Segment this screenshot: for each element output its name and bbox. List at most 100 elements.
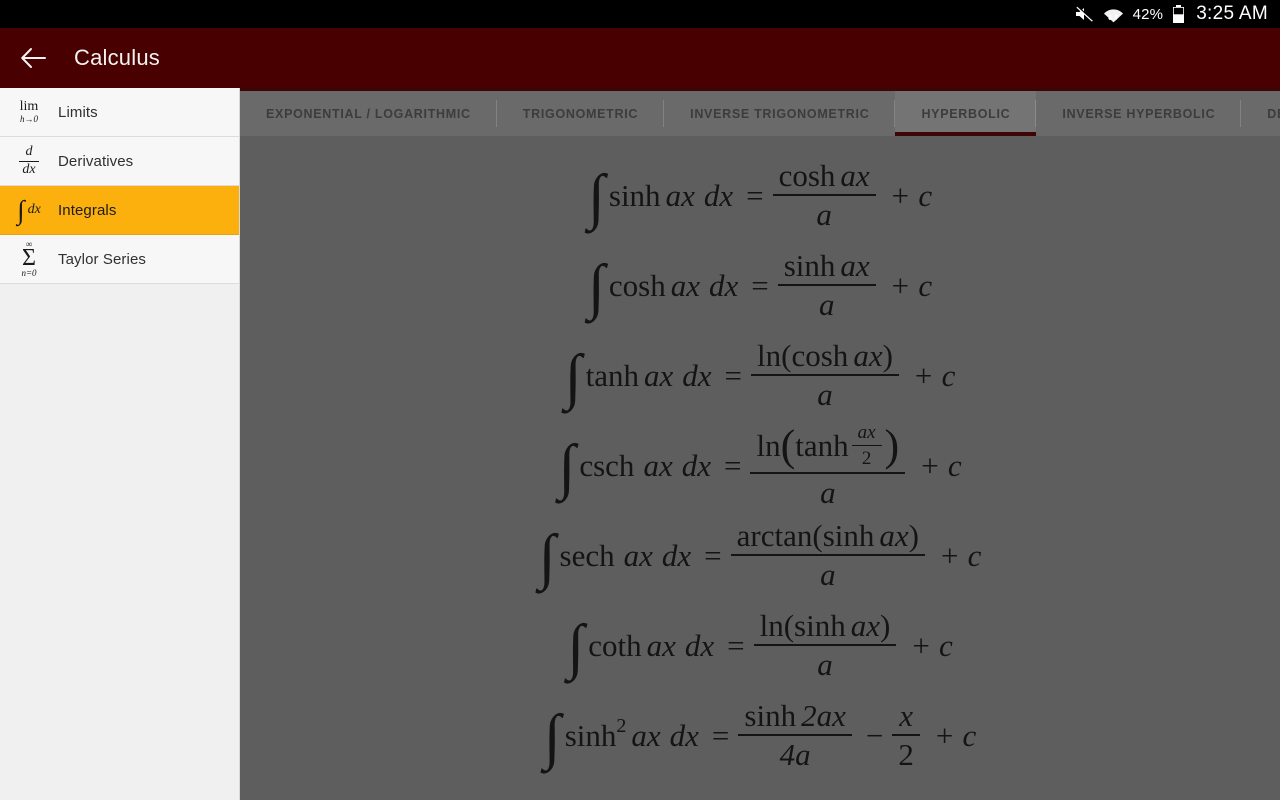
formula-fraction: ln ( tanh ax 2 ) a bbox=[750, 421, 906, 509]
formula-equals: = bbox=[751, 267, 769, 303]
formula-fraction: ln(sinh ax) a bbox=[753, 608, 897, 682]
integral-sign: ∫ bbox=[543, 702, 561, 771]
formula-tail: + c bbox=[919, 447, 962, 483]
fraction-bar bbox=[730, 554, 925, 556]
formula-denominator: a bbox=[818, 286, 835, 322]
formula-inner-num: ax bbox=[857, 422, 876, 444]
formula-sinh-squared: ∫ sinh 2 ax dx = sinh 2ax 4a − x 2 + c bbox=[544, 699, 977, 771]
formula-row: ∫ cosh ax dx = sinh ax a + c bbox=[240, 240, 1280, 330]
tab-inverse-trigonometric[interactable]: INVERSE TRIGONOMETRIC bbox=[664, 91, 896, 136]
integral-sign: ∫ bbox=[567, 612, 585, 681]
sidebar-item-derivatives[interactable]: d dx Derivatives bbox=[0, 137, 239, 186]
formula-numerator-var: ax bbox=[853, 338, 883, 374]
formula-equals: = bbox=[704, 537, 722, 573]
formula-row: ∫ sinh 2 ax dx = sinh 2ax 4a − x 2 + c bbox=[240, 690, 1280, 780]
sidebar: lim h→0 Limits d dx Derivatives ∫ dx Int… bbox=[0, 88, 240, 800]
formula-fraction: cosh ax a bbox=[772, 158, 876, 232]
formula-tanh: ∫ tanh ax dx = ln(cosh ax) a + c bbox=[565, 339, 956, 411]
tab-label: TRIGONOMETRIC bbox=[522, 106, 639, 121]
fraction-bar bbox=[772, 194, 876, 196]
status-clock: 3:25 AM bbox=[1196, 3, 1268, 24]
derivative-icon: d dx bbox=[0, 143, 58, 177]
formula-rparen: ) bbox=[884, 421, 900, 471]
sidebar-item-label: Derivatives bbox=[58, 152, 134, 170]
tab-exponential-logarithmic[interactable]: EXPONENTIAL / LOGARITHMIC bbox=[240, 91, 497, 136]
formula-ln: ln bbox=[759, 608, 784, 644]
formula-lparen: ( bbox=[781, 338, 792, 374]
fraction-bar bbox=[892, 734, 920, 736]
formula-dx: dx bbox=[684, 627, 715, 663]
formula-inner-fraction: ax 2 bbox=[851, 422, 882, 469]
tab-trigonometric[interactable]: TRIGONOMETRIC bbox=[497, 91, 665, 136]
sidebar-item-limits[interactable]: lim h→0 Limits bbox=[0, 88, 239, 137]
formula-var: ax bbox=[643, 447, 673, 483]
formula-list[interactable]: ∫ sinh ax dx = cosh ax a + c ∫ cosh ax d… bbox=[240, 136, 1280, 800]
formula-denominator: a bbox=[817, 646, 833, 682]
formula-var: ax bbox=[646, 627, 676, 663]
sidebar-item-label: Limits bbox=[58, 103, 98, 121]
battery-icon bbox=[1172, 4, 1185, 24]
formula-row: ∫ coth ax dx = ln(sinh ax) a + c bbox=[240, 600, 1280, 690]
tab-bar: EXPONENTIAL / LOGARITHMIC TRIGONOMETRIC … bbox=[240, 91, 1280, 136]
formula-coth: ∫ coth ax dx = ln(sinh ax) a + c bbox=[567, 609, 953, 681]
formula-fraction: sinh ax a bbox=[777, 248, 876, 322]
formula-var: ax bbox=[670, 267, 700, 303]
formula-integrand: coth bbox=[588, 627, 642, 663]
integral-sign: ∫ bbox=[587, 162, 605, 231]
sidebar-item-taylor-series[interactable]: ∞ Σ n=0 Taylor Series bbox=[0, 235, 239, 284]
formula-dx: dx bbox=[669, 717, 699, 753]
formula-dx: dx bbox=[703, 177, 734, 213]
formula-numerator-fn: sinh bbox=[783, 248, 836, 284]
formula-row: ∫ tanh ax dx = ln(cosh ax) a + c bbox=[240, 330, 1280, 420]
formula-var: ax bbox=[644, 357, 674, 393]
integral-icon-dx: dx bbox=[27, 202, 41, 217]
formula-ln: ln bbox=[757, 338, 782, 374]
status-bar: 42% 3:25 AM bbox=[0, 0, 1280, 28]
fraction-bar bbox=[750, 472, 906, 474]
formula-rparen: ) bbox=[908, 518, 919, 554]
tab-inverse-hyperbolic[interactable]: INVERSE HYPERBOLIC bbox=[1036, 91, 1242, 136]
content-column: EXPONENTIAL / LOGARITHMIC TRIGONOMETRIC … bbox=[240, 88, 1280, 800]
formula-fraction: arctan(sinh ax) a bbox=[730, 518, 925, 591]
formula-numerator-fn: cosh bbox=[778, 158, 836, 194]
formula-rparen: ) bbox=[882, 338, 893, 374]
formula-denominator: a bbox=[817, 376, 833, 412]
formula-denominator: a bbox=[816, 196, 832, 232]
integral-sign: ∫ bbox=[587, 252, 605, 321]
tab-definite-integrals[interactable]: DEFINITE INTEGRALS bbox=[1241, 91, 1280, 136]
fraction-bar bbox=[738, 734, 852, 736]
formula-exponent: 2 bbox=[616, 715, 627, 737]
formula-numerator-fn: sinh bbox=[744, 698, 797, 734]
page-title: Calculus bbox=[74, 45, 160, 70]
tab-label: INVERSE HYPERBOLIC bbox=[1062, 106, 1216, 121]
derivative-icon-den: dx bbox=[22, 161, 36, 177]
formula-numerator-var: 2ax bbox=[801, 698, 846, 734]
summation-icon-glyph: Σ bbox=[22, 245, 36, 272]
fraction-bar bbox=[777, 284, 876, 286]
formula-fraction: sinh 2ax 4a bbox=[738, 698, 852, 771]
formula-numerator-fn: sinh bbox=[794, 608, 846, 644]
tab-hyperbolic[interactable]: HYPERBOLIC bbox=[895, 91, 1037, 136]
back-arrow-icon[interactable] bbox=[16, 41, 50, 75]
formula-integrand: sech bbox=[559, 537, 615, 573]
main-body: lim h→0 Limits d dx Derivatives ∫ dx Int… bbox=[0, 88, 1280, 800]
derivative-icon-num: d bbox=[25, 143, 33, 159]
limit-icon-sub: h→0 bbox=[19, 114, 38, 124]
tab-label: DEFINITE INTEGRALS bbox=[1267, 106, 1280, 121]
formula-row: ∫ csch ax dx = ln ( tanh ax 2) a + c bbox=[240, 420, 1280, 510]
volume-muted-icon bbox=[1075, 6, 1094, 22]
formula-numerator-var: ax bbox=[850, 608, 880, 644]
formula-numerator-fn: tanh bbox=[795, 428, 849, 464]
formula-integrand: csch bbox=[579, 447, 635, 483]
sidebar-item-integrals[interactable]: ∫ dx Integrals bbox=[0, 186, 239, 235]
formula-integrand: cosh bbox=[608, 267, 666, 303]
wifi-data-icon bbox=[1103, 6, 1124, 23]
integral-icon: ∫ dx bbox=[0, 196, 58, 223]
formula-var: ax bbox=[665, 177, 695, 213]
formula-var: ax bbox=[631, 717, 661, 753]
integral-sign: ∫ bbox=[564, 342, 582, 411]
tab-label: EXPONENTIAL / LOGARITHMIC bbox=[266, 106, 471, 121]
formula-arctan: arctan bbox=[736, 518, 813, 554]
formula-numerator-var: ax bbox=[840, 248, 870, 284]
formula-lparen: ( bbox=[783, 608, 795, 644]
